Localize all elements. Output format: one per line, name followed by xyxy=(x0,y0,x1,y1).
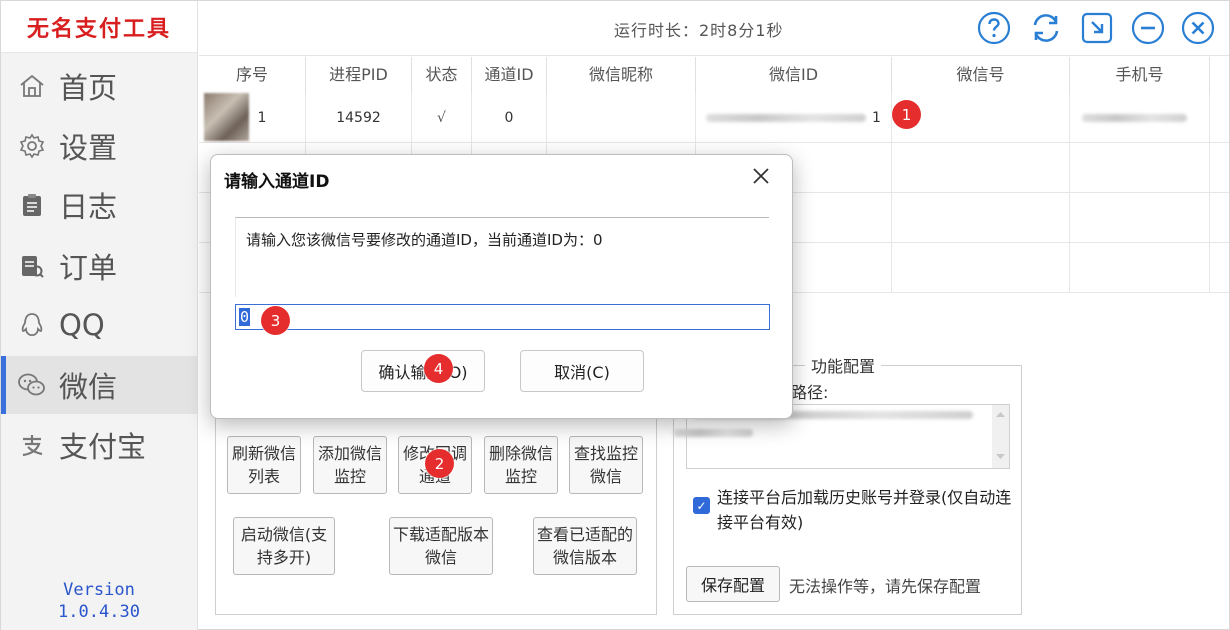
col-header-nickname[interactable]: 微信昵称 xyxy=(547,57,696,93)
sidebar-item-orders[interactable]: 订单 xyxy=(1,237,197,295)
cell-pid: 14592 xyxy=(306,93,412,142)
path-scrollbar[interactable] xyxy=(992,405,1009,468)
delete-wechat-monitor-button[interactable]: 删除微信监控 xyxy=(484,436,558,494)
sidebar-item-label: 订单 xyxy=(59,251,118,285)
add-wechat-monitor-button[interactable]: 添加微信监控 xyxy=(313,436,387,494)
confirm-button[interactable]: 确认输入(O) xyxy=(361,350,485,392)
cancel-button[interactable]: 取消(C) xyxy=(520,350,644,392)
redacted-text xyxy=(673,429,753,437)
channel-id-input[interactable]: 0 xyxy=(235,304,770,330)
annotation-marker-3: 3 xyxy=(261,306,290,335)
dialog-title: 请输入通道ID xyxy=(224,172,330,192)
close-button[interactable] xyxy=(1181,11,1215,45)
channel-id-dialog: 请输入通道ID 请输入您该微信号要修改的通道ID，当前通道ID为：0 0 确认输… xyxy=(210,154,793,419)
save-hint-text: 无法操作等，请先保存配置 xyxy=(789,577,982,596)
app-window: 无名支付工具 首页 设置 日志 订单 QQ 微信 支付宝 Version 1.0… xyxy=(0,0,1230,630)
sidebar-item-label: 微信 xyxy=(59,370,118,404)
wechat-icon xyxy=(17,370,47,400)
sidebar-item-settings[interactable]: 设置 xyxy=(1,117,197,175)
sidebar-item-label: QQ xyxy=(59,308,105,342)
checkbox-checked-icon[interactable]: ✓ xyxy=(693,497,710,514)
col-header-channel[interactable]: 通道ID xyxy=(472,57,547,93)
avatar xyxy=(204,93,249,141)
annotation-marker-2: 2 xyxy=(425,449,454,478)
order-icon xyxy=(17,251,47,281)
refresh-button[interactable] xyxy=(1029,11,1063,45)
alipay-icon xyxy=(17,430,47,460)
dialog-close-button[interactable] xyxy=(748,163,774,189)
qq-icon xyxy=(17,310,47,340)
refresh-wechat-list-button[interactable]: 刷新微信列表 xyxy=(227,436,301,494)
scroll-arrows-icon xyxy=(996,412,1005,459)
close-icon xyxy=(1181,11,1215,45)
version-number: 1.0.4.30 xyxy=(58,602,140,622)
gear-icon xyxy=(17,131,47,161)
save-config-button[interactable]: 保存配置 xyxy=(686,566,780,602)
runtime-label: 运行时长：2时8分1秒 xyxy=(614,21,784,40)
path-label: 路径: xyxy=(791,383,829,402)
start-wechat-button[interactable]: 启动微信(支持多开) xyxy=(233,517,335,575)
minimize-button[interactable] xyxy=(1131,11,1165,45)
sidebar-item-label: 设置 xyxy=(59,131,118,165)
cell-index: 1 xyxy=(199,93,306,142)
cell-wxid-suffix: 1 xyxy=(872,110,881,126)
col-header-wxid[interactable]: 微信ID xyxy=(696,57,892,93)
cell-index-value: 1 xyxy=(257,110,267,126)
cell-nickname xyxy=(547,93,696,142)
table-header: 序号 进程PID 状态 通道ID 微信昵称 微信ID 微信号 手机号 xyxy=(199,57,1229,93)
col-header-phone[interactable]: 手机号 xyxy=(1070,57,1210,93)
version-label: Version xyxy=(63,580,135,600)
col-header-pid[interactable]: 进程PID xyxy=(306,57,412,93)
load-history-checkbox-label: 连接平台后加载历史账号并登录(仅自动连接平台有效) xyxy=(717,488,1012,532)
sidebar-item-label: 日志 xyxy=(59,190,118,224)
dialog-message: 请输入您该微信号要修改的通道ID，当前通道ID为：0 xyxy=(235,217,769,297)
minimize-icon xyxy=(1131,11,1165,45)
sidebar-item-home[interactable]: 首页 xyxy=(1,57,197,115)
sidebar-item-log[interactable]: 日志 xyxy=(1,176,197,234)
col-header-index[interactable]: 序号 xyxy=(199,57,306,93)
home-icon xyxy=(17,71,47,101)
annotation-marker-1: 1 xyxy=(892,100,921,129)
top-bar: 运行时长：2时8分1秒 xyxy=(199,1,1229,56)
cell-phone xyxy=(1070,93,1210,142)
sidebar-item-label: 支付宝 xyxy=(59,430,147,464)
col-header-wechat-number[interactable]: 微信号 xyxy=(892,57,1070,93)
brand-title: 无名支付工具 xyxy=(1,1,197,53)
annotation-marker-4: 4 xyxy=(424,354,453,383)
cell-status: √ xyxy=(412,93,472,142)
col-header-status[interactable]: 状态 xyxy=(412,57,472,93)
sidebar-item-wechat[interactable]: 微信 xyxy=(1,356,197,414)
download-wechat-button[interactable]: 下载适配版本微信 xyxy=(389,517,493,575)
sidebar-item-qq[interactable]: QQ xyxy=(1,296,197,354)
cell-wxid: 1 xyxy=(696,93,892,142)
close-icon xyxy=(753,168,769,184)
selected-input-text: 0 xyxy=(239,308,251,326)
redacted-text xyxy=(1082,114,1187,122)
table-row[interactable]: 1 14592 √ 0 1 xyxy=(199,93,1229,143)
find-monitored-wechat-button[interactable]: 查找监控微信 xyxy=(569,436,643,494)
refresh-icon xyxy=(1033,14,1059,42)
sidebar-item-label: 首页 xyxy=(59,71,118,105)
help-icon xyxy=(977,11,1011,45)
redacted-text xyxy=(706,114,866,122)
sidebar-item-alipay[interactable]: 支付宝 xyxy=(1,416,197,474)
sidebar: 无名支付工具 首页 设置 日志 订单 QQ 微信 支付宝 Version 1.0… xyxy=(1,1,198,630)
cell-channel: 0 xyxy=(472,93,547,142)
clipboard-icon xyxy=(17,190,47,220)
view-adapted-versions-button[interactable]: 查看已适配的微信版本 xyxy=(533,517,637,575)
minimize-to-tray-icon xyxy=(1081,12,1113,44)
version-info: Version 1.0.4.30 xyxy=(1,579,197,623)
function-config-title: 功能配置 xyxy=(805,353,882,377)
minimize-to-tray-button[interactable] xyxy=(1080,11,1114,45)
load-history-checkbox-row[interactable]: ✓ 连接平台后加载历史账号并登录(仅自动连接平台有效) xyxy=(693,485,1013,535)
help-button[interactable] xyxy=(977,11,1011,45)
